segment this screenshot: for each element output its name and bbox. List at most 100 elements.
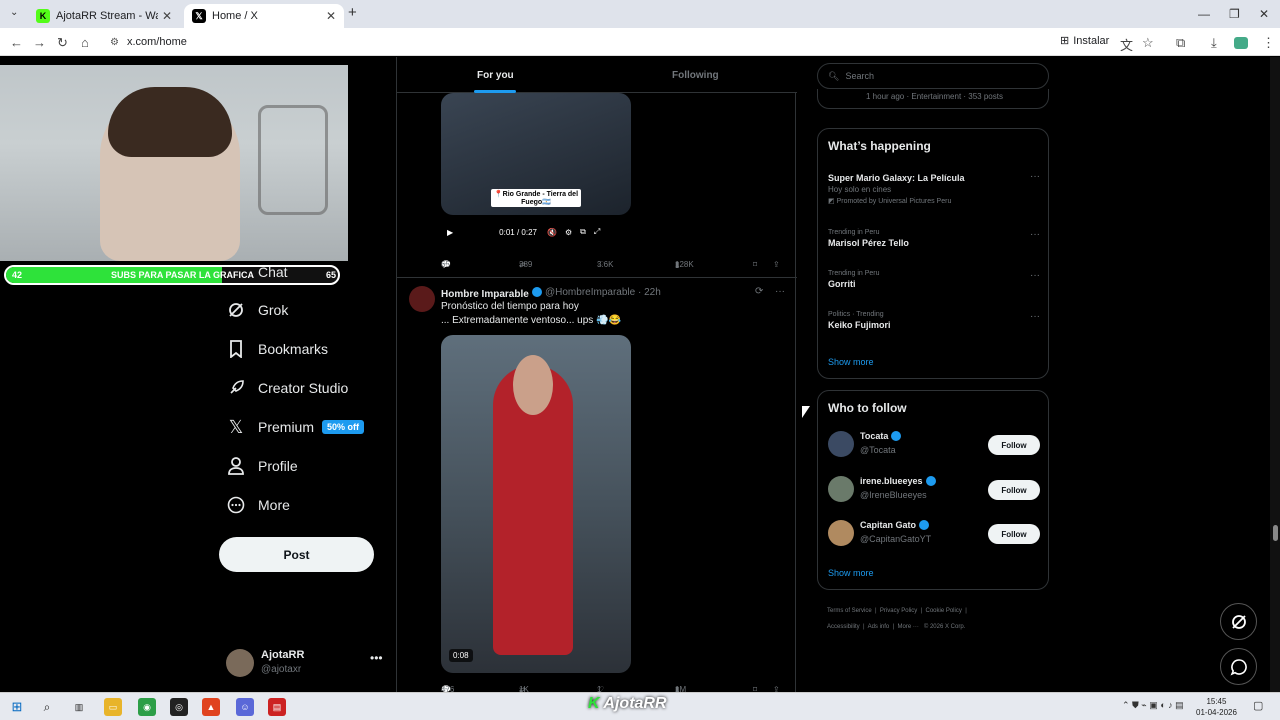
- trend-category: Politics · Trending: [828, 311, 884, 318]
- forward-icon[interactable]: →: [33, 35, 46, 50]
- trend-item[interactable]: Politics · Trending Keiko Fujimori ···: [828, 311, 1040, 330]
- trend-meta[interactable]: 1 hour ago · Entertainment · 353 posts: [817, 89, 1049, 109]
- tab-title: AjotaRR Stream - Watch Live on: [56, 10, 158, 22]
- settings-icon[interactable]: ⚙: [565, 228, 572, 237]
- more-dots-icon[interactable]: ···: [1030, 171, 1040, 182]
- show-more-link[interactable]: Show more: [828, 568, 874, 578]
- trend-item[interactable]: Trending in Peru Marisol Pérez Tello ···: [828, 229, 1040, 248]
- sidebar-item-more[interactable]: More: [226, 490, 290, 520]
- tab-home-x[interactable]: 𝕏 Home / X ✕: [184, 4, 344, 28]
- sidebar-item-premium[interactable]: 𝕏 Premium 50% off: [226, 412, 365, 442]
- obs-icon[interactable]: ◎: [170, 698, 188, 716]
- follow-button[interactable]: Follow: [988, 435, 1040, 455]
- whats-happening-card: What’s happening Super Mario Galaxy: La …: [817, 128, 1049, 379]
- tab-list-chevron-icon[interactable]: ⌄: [10, 7, 18, 18]
- pip-icon[interactable]: ⧉: [580, 227, 586, 237]
- verified-icon: [919, 520, 930, 530]
- sidebar-item-creator-studio[interactable]: Creator Studio: [226, 373, 348, 403]
- app-icon[interactable]: ▤: [268, 698, 286, 716]
- close-tab-icon[interactable]: ✕: [326, 9, 336, 23]
- trend-item[interactable]: Trending in Peru Gorriti ···: [828, 270, 1040, 289]
- grok-icon[interactable]: ⟳: [755, 286, 763, 297]
- install-button[interactable]: ⊞ Instalar: [1060, 34, 1109, 48]
- post-video[interactable]: 📍Rio Grande - Tierra del Fuego🇦🇷: [441, 93, 631, 215]
- notification-icon[interactable]: ▢: [1253, 699, 1263, 712]
- footer-link[interactable]: More ···: [898, 624, 919, 630]
- brave-icon[interactable]: ▲: [202, 698, 220, 716]
- new-tab-icon[interactable]: +: [348, 4, 357, 21]
- avatar[interactable]: [409, 286, 435, 312]
- sidebar-item-bookmarks[interactable]: Bookmarks: [226, 334, 328, 364]
- discord-icon[interactable]: ☺: [236, 698, 254, 716]
- url-field[interactable]: ⚙ x.com/home: [110, 33, 1050, 51]
- footer-link[interactable]: Cookie Policy: [926, 608, 962, 614]
- grok-fab[interactable]: [1220, 603, 1257, 640]
- post-video[interactable]: 0:08: [441, 335, 631, 673]
- trend-item[interactable]: Super Mario Galaxy: La Película Hoy solo…: [828, 171, 1040, 205]
- minimize-icon[interactable]: —: [1198, 7, 1210, 21]
- follow-suggestion[interactable]: irene.blueeyes @IreneBlueeyes Follow: [828, 474, 1040, 504]
- follow-suggestion[interactable]: Capitan Gato @CapitanGatoYT Follow: [828, 518, 1040, 548]
- avatar: [828, 520, 854, 546]
- scrollbar[interactable]: [1270, 57, 1280, 692]
- search-input[interactable]: 🔍︎ Search: [817, 63, 1049, 89]
- account-switcher[interactable]: AjotaRR @ajotaxr •••: [226, 647, 386, 683]
- footer-link[interactable]: Accessibility: [827, 624, 860, 630]
- back-icon[interactable]: ←: [10, 35, 23, 50]
- messages-fab[interactable]: [1220, 648, 1257, 685]
- post[interactable]: Hombre Imparable @HombreImparable · 22h …: [397, 277, 797, 692]
- more-dots-icon[interactable]: ···: [1030, 270, 1040, 281]
- footer-link[interactable]: Privacy Policy: [880, 608, 917, 614]
- extensions-icon[interactable]: ⧉: [1176, 35, 1185, 51]
- site-info-icon[interactable]: ⚙: [110, 37, 119, 48]
- system-tray-icons[interactable]: ⌃ ⛊ ⌁ ▣ ◐ ♪ ▤: [1122, 700, 1184, 711]
- post-actions: 💬 476 ⇄ 1K ♡ 1 ▮ 1M ⌑ ⇪: [441, 679, 786, 692]
- play-icon[interactable]: ▶: [447, 228, 453, 237]
- reload-icon[interactable]: ↻: [57, 35, 68, 51]
- more-circle-icon: [226, 495, 246, 515]
- translate-icon[interactable]: 文: [1120, 35, 1133, 54]
- home-icon[interactable]: ⌂: [81, 35, 89, 50]
- close-window-icon[interactable]: ✕: [1259, 7, 1269, 21]
- post-author[interactable]: Hombre Imparable: [441, 287, 542, 300]
- sidebar-item-grok[interactable]: Grok: [226, 295, 288, 325]
- restore-icon[interactable]: ❐: [1229, 7, 1240, 21]
- sidebar-item-profile[interactable]: Profile: [226, 451, 298, 481]
- tab-following[interactable]: Following: [672, 70, 719, 81]
- sidebar-item-chat[interactable]: Chat: [226, 257, 288, 287]
- follow-button[interactable]: Follow: [988, 524, 1040, 544]
- more-dots-icon[interactable]: ···: [1030, 229, 1040, 240]
- tab-for-you[interactable]: For you: [474, 70, 516, 93]
- kick-logo: K: [588, 695, 600, 712]
- post-button[interactable]: Post: [219, 537, 374, 572]
- more-dots-icon[interactable]: ···: [1030, 311, 1040, 322]
- clock[interactable]: 15:45 01-04-2026: [1196, 696, 1237, 718]
- follow-button[interactable]: Follow: [988, 480, 1040, 500]
- scrollbar-thumb[interactable]: [1273, 525, 1278, 541]
- menu-icon[interactable]: ⋮: [1262, 35, 1275, 51]
- file-explorer-icon[interactable]: ▭: [104, 698, 122, 716]
- star-icon[interactable]: ☆: [1142, 35, 1154, 51]
- follow-suggestion[interactable]: Tocata @Tocata Follow: [828, 429, 1040, 459]
- close-tab-icon[interactable]: ✕: [162, 9, 172, 23]
- download-icon[interactable]: ⤓: [1211, 35, 1217, 51]
- sidebar-item-label: Premium: [258, 419, 315, 435]
- video-time: 0:01 / 0:27: [499, 227, 537, 237]
- start-icon[interactable]: ⊞: [8, 698, 26, 716]
- post-handle-time[interactable]: @HombreImparable · 22h: [545, 287, 661, 298]
- profile-icon[interactable]: [1234, 37, 1248, 49]
- task-view-icon[interactable]: ▥: [70, 698, 88, 716]
- grok-icon: [226, 300, 246, 320]
- mute-icon[interactable]: 🔇: [547, 228, 557, 237]
- post-actions: 💬 65 ⇄ 389 ♡ 3.6K ▮ 128K ⌑ ⇪: [441, 254, 786, 270]
- chrome-icon[interactable]: ◉: [138, 698, 156, 716]
- tab-ajotarr-stream[interactable]: K AjotaRR Stream - Watch Live on ✕: [28, 4, 180, 28]
- sidebar-item-label: Creator Studio: [258, 380, 349, 396]
- user-name: irene.blueeyes: [860, 476, 923, 486]
- search-icon[interactable]: ⌕: [38, 698, 56, 716]
- fullscreen-icon[interactable]: ⤢: [594, 227, 600, 237]
- footer-link[interactable]: Ads info: [868, 624, 890, 630]
- show-more-link[interactable]: Show more: [828, 357, 874, 367]
- more-dots-icon[interactable]: ···: [775, 286, 785, 297]
- footer-link[interactable]: Terms of Service: [827, 608, 872, 614]
